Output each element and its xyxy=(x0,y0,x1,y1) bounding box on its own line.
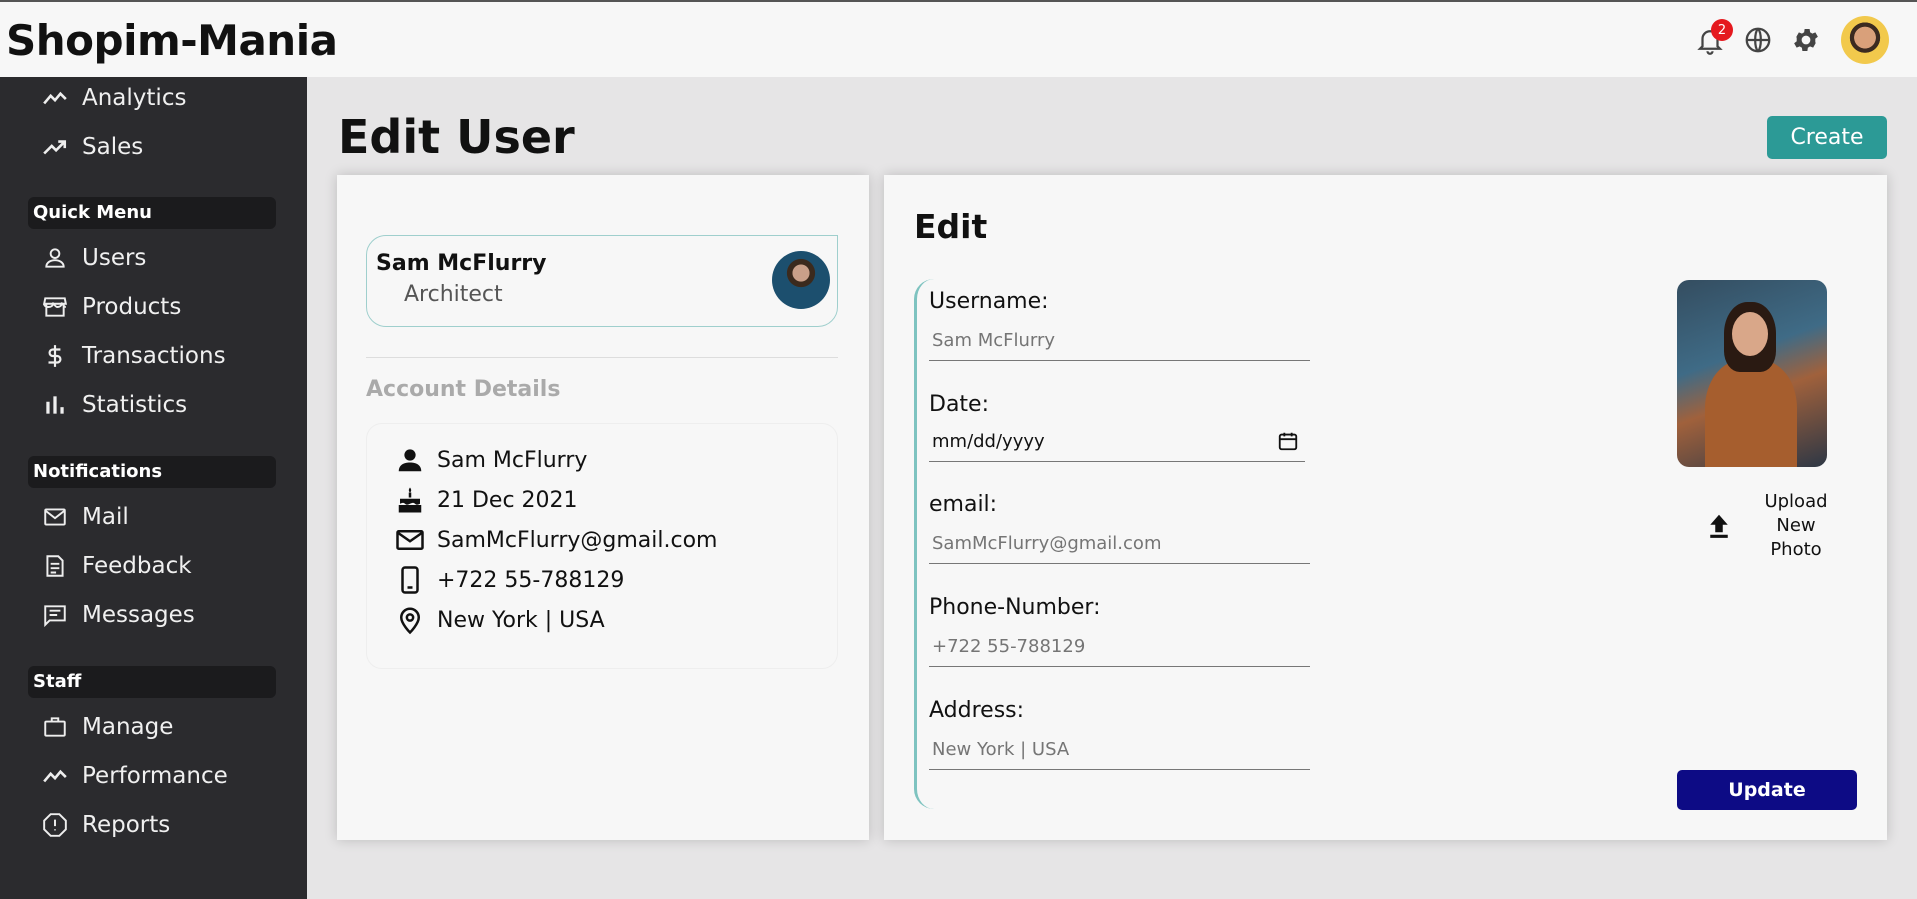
user-card: Sam McFlurry Architect xyxy=(366,235,838,327)
account-value: 21 Dec 2021 xyxy=(437,487,578,513)
sidebar-item-label: Users xyxy=(82,245,147,271)
sidebar-item-transactions[interactable]: Transactions xyxy=(42,338,226,374)
sidebar-item-label: Messages xyxy=(82,602,195,628)
upload-label-line: New xyxy=(1776,515,1816,536)
sidebar-item-performance[interactable]: Performance xyxy=(42,758,228,794)
section-title-notifications: Notifications xyxy=(28,456,276,488)
account-row-phone: +722 55-788129 xyxy=(395,565,624,595)
date-placeholder: mm/dd/yyyy xyxy=(932,431,1045,452)
email-label: email: xyxy=(929,492,998,517)
timeline-icon xyxy=(43,769,67,783)
user-show-panel: Sam McFlurry Architect Account Details S… xyxy=(337,175,869,840)
mail-icon xyxy=(44,508,66,526)
bell-icon[interactable]: 2 xyxy=(1695,19,1733,55)
sidebar-item-label: Manage xyxy=(82,714,174,740)
report-icon xyxy=(43,813,67,837)
upload-photo-button[interactable]: Upload New Photo xyxy=(1704,490,1846,562)
sidebar-item-label: Analytics xyxy=(82,85,187,111)
section-title-staff: Staff xyxy=(28,666,276,698)
date-input[interactable]: mm/dd/yyyy xyxy=(929,422,1305,462)
sidebar-item-label: Transactions xyxy=(82,343,226,369)
sidebar-item-label: Sales xyxy=(82,134,144,160)
account-details-box: Sam McFlurry 21 Dec 2021 SamMcFlurry@gma… xyxy=(366,423,838,669)
feedback-icon xyxy=(46,555,64,577)
date-label: Date: xyxy=(929,392,989,417)
phone-label: Phone-Number: xyxy=(929,595,1101,620)
phone-input[interactable] xyxy=(929,627,1310,667)
sidebar: Analytics Sales Quick Menu Users Product… xyxy=(0,77,307,899)
edit-form: Username: Date: mm/dd/yyyy email: Phone-… xyxy=(914,279,1314,809)
sidebar-item-label: Mail xyxy=(82,504,129,530)
sidebar-item-label: Reports xyxy=(82,812,171,838)
upload-label-line: Photo xyxy=(1770,539,1822,560)
bar-chart-icon xyxy=(46,396,64,414)
mail-icon xyxy=(396,530,424,550)
top-icons: 2 xyxy=(1695,16,1889,64)
user-icon xyxy=(45,248,65,268)
sidebar-item-users[interactable]: Users xyxy=(42,240,146,276)
user-avatar xyxy=(772,251,830,309)
update-button[interactable]: Update xyxy=(1677,770,1857,810)
account-row-birthday: 21 Dec 2021 xyxy=(395,485,578,515)
account-value: +722 55-788129 xyxy=(437,567,625,593)
account-row-email: SamMcFlurry@gmail.com xyxy=(395,525,717,555)
create-button[interactable]: Create xyxy=(1767,116,1887,159)
store-icon xyxy=(42,297,68,317)
sidebar-item-sales[interactable]: Sales xyxy=(42,129,143,165)
edit-title: Edit xyxy=(914,207,988,246)
sidebar-item-messages[interactable]: Messages xyxy=(42,597,195,633)
sidebar-item-statistics[interactable]: Statistics xyxy=(42,387,187,423)
calendar-icon[interactable] xyxy=(1277,430,1299,452)
username-label: Username: xyxy=(929,289,1049,314)
account-value: New York | USA xyxy=(437,607,605,633)
globe-icon[interactable] xyxy=(1743,25,1773,55)
sidebar-item-mail[interactable]: Mail xyxy=(42,499,129,535)
account-value: Sam McFlurry xyxy=(437,447,588,473)
sidebar-item-label: Statistics xyxy=(82,392,188,418)
sidebar-item-manage[interactable]: Manage xyxy=(42,709,173,745)
sidebar-item-label: Performance xyxy=(82,763,228,789)
sidebar-item-label: Products xyxy=(82,294,182,320)
sidebar-item-label: Feedback xyxy=(82,553,192,579)
address-label: Address: xyxy=(929,698,1025,723)
user-role: Architect xyxy=(404,282,503,307)
sidebar-item-products[interactable]: Products xyxy=(42,289,181,325)
trending-up-icon xyxy=(43,140,67,155)
upload-label-line: Upload xyxy=(1764,491,1828,512)
account-row-location: New York | USA xyxy=(395,605,605,635)
chat-icon xyxy=(44,605,66,628)
user-name: Sam McFlurry xyxy=(376,251,547,276)
sidebar-item-feedback[interactable]: Feedback xyxy=(42,548,192,584)
avatar[interactable] xyxy=(1841,16,1889,64)
user-update-panel: Edit Username: Date: mm/dd/yyyy email: P… xyxy=(884,175,1887,840)
location-icon xyxy=(399,607,421,635)
dollar-icon xyxy=(48,345,62,367)
person-icon xyxy=(398,449,422,472)
sidebar-item-reports[interactable]: Reports xyxy=(42,807,170,843)
username-input[interactable] xyxy=(929,321,1310,361)
briefcase-icon xyxy=(44,717,66,737)
trending-icon xyxy=(43,91,67,105)
account-value: SamMcFlurry@gmail.com xyxy=(437,527,718,553)
phone-icon xyxy=(401,566,419,594)
user-photo xyxy=(1677,280,1827,467)
app-logo[interactable]: Shopim-Mania xyxy=(6,16,338,65)
address-input[interactable] xyxy=(929,730,1310,770)
cake-icon xyxy=(398,487,422,513)
account-row-username: Sam McFlurry xyxy=(395,445,587,475)
section-title-quick-menu: Quick Menu xyxy=(28,197,276,229)
account-details-title: Account Details xyxy=(366,377,561,402)
top-bar: Shopim-Mania 2 xyxy=(0,0,1917,77)
upload-label: Upload New Photo xyxy=(1746,490,1846,562)
page-title: Edit User xyxy=(338,110,575,164)
gear-icon[interactable] xyxy=(1791,25,1821,55)
email-input[interactable] xyxy=(929,524,1310,564)
sidebar-item-analytics[interactable]: Analytics xyxy=(42,80,186,116)
notification-badge: 2 xyxy=(1711,19,1733,41)
divider xyxy=(366,357,838,358)
upload-icon xyxy=(1710,514,1728,538)
